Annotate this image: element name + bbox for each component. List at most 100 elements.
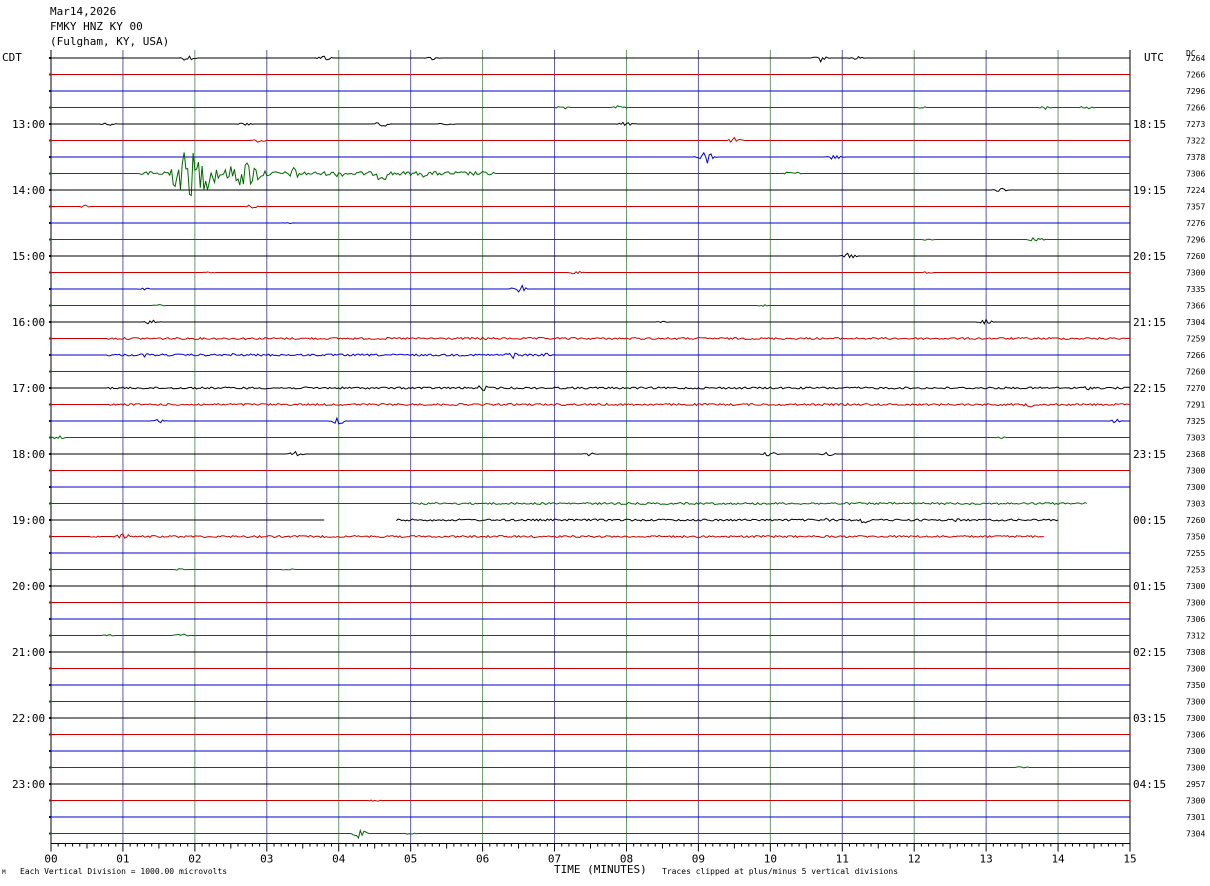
trace-line <box>51 152 1130 197</box>
dc-value: 7335 <box>1186 285 1205 294</box>
dc-value: 7255 <box>1186 549 1205 558</box>
trace-line <box>51 121 1130 127</box>
trace-line <box>51 252 1130 259</box>
dc-value: 7276 <box>1186 219 1205 228</box>
trace-line <box>51 799 1130 802</box>
dc-value: 7260 <box>1186 252 1205 261</box>
cdt-hour-label: 16:00 <box>12 316 45 329</box>
dc-value: 7260 <box>1186 368 1205 377</box>
x-tick-label: 13 <box>980 853 993 866</box>
dc-value: 7312 <box>1186 632 1205 641</box>
trace-line <box>50 435 1130 440</box>
dc-label: DC <box>1186 49 1196 58</box>
dc-value: 7291 <box>1186 401 1205 410</box>
location-label: (Fulgham, KY, USA) <box>50 35 170 48</box>
dc-value: 7350 <box>1186 681 1205 690</box>
cdt-hour-label: 20:00 <box>12 580 45 593</box>
utc-hour-label: 21:15 <box>1133 316 1166 329</box>
utc-hour-label: 04:15 <box>1133 778 1166 791</box>
dc-value: 7304 <box>1186 830 1205 839</box>
trace-line <box>51 450 1130 457</box>
trace-line <box>51 304 1130 307</box>
trace-line <box>51 222 1130 225</box>
dc-value: 2368 <box>1186 450 1205 459</box>
x-axis-label: TIME (MINUTES) <box>554 863 647 876</box>
cdt-hour-label: 18:00 <box>12 448 45 461</box>
utc-hour-label: 02:15 <box>1133 646 1166 659</box>
trace-line <box>51 533 1044 539</box>
traces <box>49 55 1131 840</box>
dc-value: 7266 <box>1186 71 1205 80</box>
trace-line <box>51 352 1130 360</box>
dc-value: 7300 <box>1186 764 1205 773</box>
right-axis-label: UTC <box>1144 51 1164 64</box>
dc-value: 7300 <box>1186 467 1205 476</box>
scale-note: Each Vertical Division = 1000.00 microvo… <box>20 867 228 876</box>
trace-line <box>51 136 1130 143</box>
station-label: FMKY HNZ KY 00 <box>50 20 143 33</box>
trace-line <box>51 105 1130 110</box>
dc-value: 7301 <box>1186 813 1205 822</box>
x-tick-label: 14 <box>1051 853 1065 866</box>
dc-value: 7273 <box>1186 120 1205 129</box>
cdt-hour-label: 14:00 <box>12 184 45 197</box>
x-tick-label: 06 <box>476 853 489 866</box>
dc-value: 7260 <box>1186 516 1205 525</box>
trace-line <box>51 402 1131 408</box>
dc-value: 7259 <box>1186 335 1205 344</box>
grid <box>50 50 1131 852</box>
dc-value: 7296 <box>1186 87 1205 96</box>
dc-value: 7378 <box>1186 153 1205 162</box>
cdt-hour-label: 15:00 <box>12 250 45 263</box>
cdt-hour-label: 19:00 <box>12 514 45 527</box>
trace-line <box>51 828 1130 840</box>
left-axis-label: CDT <box>2 51 22 64</box>
trace-line <box>51 318 1130 325</box>
dc-value: 7296 <box>1186 236 1205 245</box>
dc-value: 7303 <box>1186 434 1205 443</box>
trace-line <box>51 766 1130 769</box>
utc-hour-label: 22:15 <box>1133 382 1166 395</box>
cdt-hour-label: 21:00 <box>12 646 45 659</box>
utc-hour-label: 01:15 <box>1133 580 1166 593</box>
cdt-hour-label: 22:00 <box>12 712 45 725</box>
x-tick-label: 03 <box>260 853 273 866</box>
trace-line <box>51 385 1131 391</box>
trace-line <box>51 187 1130 192</box>
x-tick-label: 02 <box>188 853 201 866</box>
x-tick-label: 09 <box>692 853 705 866</box>
x-tick-label: 00 <box>44 853 57 866</box>
dc-value: 7300 <box>1186 582 1205 591</box>
utc-hour-label: 23:15 <box>1133 448 1166 461</box>
trace-line <box>51 568 1130 571</box>
cdt-hour-label: 13:00 <box>12 118 45 131</box>
dc-value: 7303 <box>1186 500 1205 509</box>
dc-value: 7224 <box>1186 186 1205 195</box>
x-tick-label: 05 <box>404 853 417 866</box>
dc-value: 7306 <box>1186 615 1205 624</box>
trace-line <box>51 336 1131 341</box>
dc-value: 7325 <box>1186 417 1205 426</box>
x-tick-label: 15 <box>1123 853 1136 866</box>
dc-value: 7357 <box>1186 203 1205 212</box>
corner-mark: M <box>2 869 6 876</box>
utc-hour-label: 19:15 <box>1133 184 1166 197</box>
cdt-hour-label: 17:00 <box>12 382 45 395</box>
dc-value: 7270 <box>1186 384 1205 393</box>
dc-value: 7306 <box>1186 170 1205 179</box>
dc-value: 7300 <box>1186 714 1205 723</box>
trace-line <box>51 416 1130 425</box>
dc-value: 7322 <box>1186 137 1205 146</box>
dc-value: 7300 <box>1186 698 1205 707</box>
dc-value: 7308 <box>1186 648 1205 657</box>
dc-value: 7300 <box>1186 269 1205 278</box>
dc-value: 7266 <box>1186 351 1205 360</box>
labels: 00 01 02 03 04 05 06 07 08 09 10 11 12 13 14 1572647266… <box>12 54 1205 866</box>
date-label: Mar14,2026 <box>50 5 117 18</box>
trace-line <box>51 151 1130 164</box>
dc-value: 7300 <box>1186 665 1205 674</box>
utc-hour-label: 03:15 <box>1133 712 1166 725</box>
dc-value: 7300 <box>1186 483 1205 492</box>
trace-line <box>51 633 1130 637</box>
utc-hour-label: 20:15 <box>1133 250 1166 263</box>
